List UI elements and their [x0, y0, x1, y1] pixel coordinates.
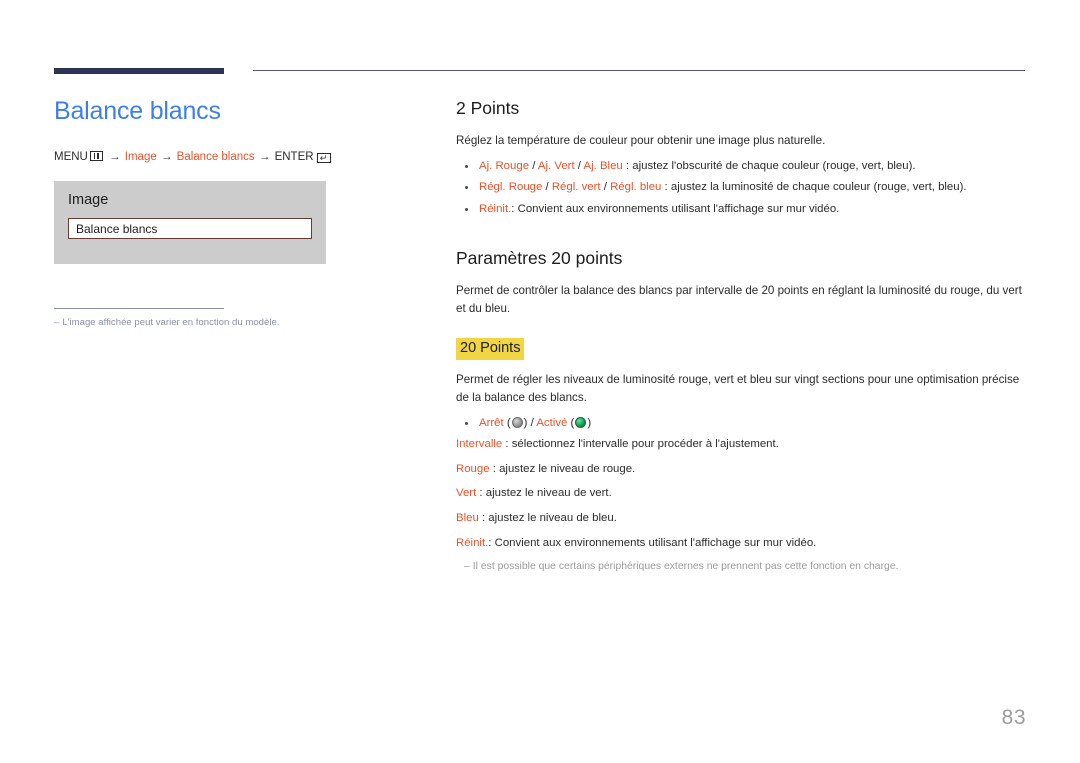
enter-key-icon: ↵	[316, 153, 331, 164]
breadcrumb-arrow-3: →	[258, 151, 271, 164]
option-line-vert: Vert : ajustez le niveau de vert.	[456, 485, 1026, 503]
breadcrumb-arrow-1: →	[109, 151, 121, 164]
option-line-reinit: Réinit.: Convient aux environnements uti…	[456, 535, 1026, 553]
list-item: Réinit.: Convient aux environnements uti…	[456, 201, 1026, 218]
highlighted-term-wrap: 20 Points	[456, 326, 1026, 371]
menu-item-balance-blancs[interactable]: Balance blancs	[68, 218, 312, 240]
term-vert: Vert	[456, 487, 477, 500]
right-column: 2 Points Réglez la température de couleu…	[456, 98, 1026, 575]
paren-open-2: (	[570, 416, 575, 429]
section2-note: ‒ Il est possible que certains périphériq…	[464, 559, 1026, 575]
breadcrumb-item-image[interactable]: Image	[125, 151, 157, 163]
breadcrumb-item-balance-blancs[interactable]: Balance blancs	[177, 151, 255, 163]
option-line-rouge-rest: : ajustez le niveau de rouge.	[489, 462, 636, 475]
menu-preview-panel: Image Balance blancs	[54, 181, 326, 265]
header-rule-thin	[253, 70, 1025, 71]
section1-intro: Réglez la température de couleur pour ob…	[456, 134, 826, 147]
section-heading-parametres-20-points: Paramètres 20 points	[456, 247, 623, 268]
note-dash: ‒	[54, 317, 60, 329]
option-line-intervalle: Intervalle : sélectionnez l'intervalle p…	[456, 436, 1026, 454]
term-aj-bleu: Aj. Bleu	[583, 159, 623, 172]
list-item: Aj. Rouge / Aj. Vert / Aj. Bleu : ajuste…	[456, 158, 1026, 175]
option-line-bleu: Bleu : ajustez le niveau de bleu.	[456, 510, 1026, 528]
list-item: Arrêt () / Activé ()	[456, 415, 1026, 432]
page-number: 83	[1001, 706, 1026, 729]
page-title: Balance blancs	[54, 97, 221, 125]
note-separator	[54, 308, 224, 310]
section2-intro: Permet de contrôler la balance des blanc…	[456, 283, 1022, 315]
option-line-intervalle-rest: : sélectionnez l'intervalle pour procéde…	[502, 437, 779, 450]
paren-open-1: (	[506, 416, 511, 429]
term-intervalle: Intervalle	[456, 437, 503, 450]
breadcrumb-menu-label: MENU	[54, 151, 88, 164]
term-rouge: Rouge	[456, 462, 490, 475]
left-note-block: ‒ L'image affichée peut varier en fonctio…	[54, 308, 304, 330]
term-regl-vert: Régl. vert	[551, 181, 601, 194]
breadcrumb-arrow-2: →	[160, 151, 173, 164]
bullet-1-rest: : ajustez l'obscurité de chaque couleur …	[622, 159, 916, 172]
left-note: ‒ L'image affichée peut varier en fonctio…	[54, 316, 304, 330]
section1-bullet-list: Aj. Rouge / Aj. Vert / Aj. Bleu : ajuste…	[456, 158, 1026, 218]
header-rule-accent	[54, 68, 224, 74]
section2-note-dash: ‒	[464, 561, 470, 573]
option-line-vert-rest: : ajustez le niveau de vert.	[476, 487, 612, 500]
menu-grid-icon	[89, 151, 103, 162]
option-line-rouge: Rouge : ajustez le niveau de rouge.	[456, 461, 1026, 479]
section2-toggle-list: Arrêt () / Activé ()	[456, 415, 1026, 432]
paren-close-2: )	[587, 416, 592, 429]
option-line-reinit-rest: : Convient aux environnements utilisant …	[488, 536, 817, 549]
term-active: Activé	[536, 416, 568, 429]
toggle-divider: /	[527, 416, 537, 429]
left-column: Balance blancs MENU → Image → Balance bl…	[54, 96, 414, 331]
term-reinit-2: Réinit.	[456, 536, 489, 549]
menu-item-label: Balance blancs	[76, 221, 158, 236]
left-note-text: L'image affichée peut varier en fonction…	[62, 317, 280, 329]
breadcrumb: MENU → Image → Balance blancs → ENTER ↵	[54, 149, 414, 165]
term-reinit: Réinit.	[479, 202, 512, 215]
term-aj-vert: Aj. Vert	[537, 159, 575, 172]
menu-panel-title: Image	[68, 192, 109, 209]
toggle-off-circle-icon	[511, 416, 523, 428]
term-regl-rouge: Régl. Rouge	[479, 181, 543, 194]
list-item: Régl. Rouge / Régl. vert / Régl. bleu : …	[456, 179, 1026, 196]
highlighted-term-20-points: 20 Points	[456, 337, 525, 360]
section2-note-text: Il est possible que certains périphériqu…	[472, 561, 899, 573]
section-heading-2-points: 2 Points	[456, 98, 520, 118]
toggle-on-circle-icon	[575, 416, 587, 428]
bullet-2-rest: : ajustez la luminosité de chaque couleu…	[661, 181, 967, 194]
term-bleu: Bleu	[456, 511, 479, 524]
term-aj-rouge: Aj. Rouge	[479, 159, 530, 172]
section2-description: Permet de régler les niveaux de luminosi…	[456, 372, 1020, 404]
bullet-3-rest: : Convient aux environnements utilisant …	[511, 202, 840, 215]
term-regl-bleu: Régl. bleu	[610, 181, 662, 194]
term-arret: Arrêt	[479, 416, 504, 429]
option-line-bleu-rest: : ajustez le niveau de bleu.	[478, 511, 617, 524]
breadcrumb-enter-label: ENTER	[274, 151, 314, 164]
